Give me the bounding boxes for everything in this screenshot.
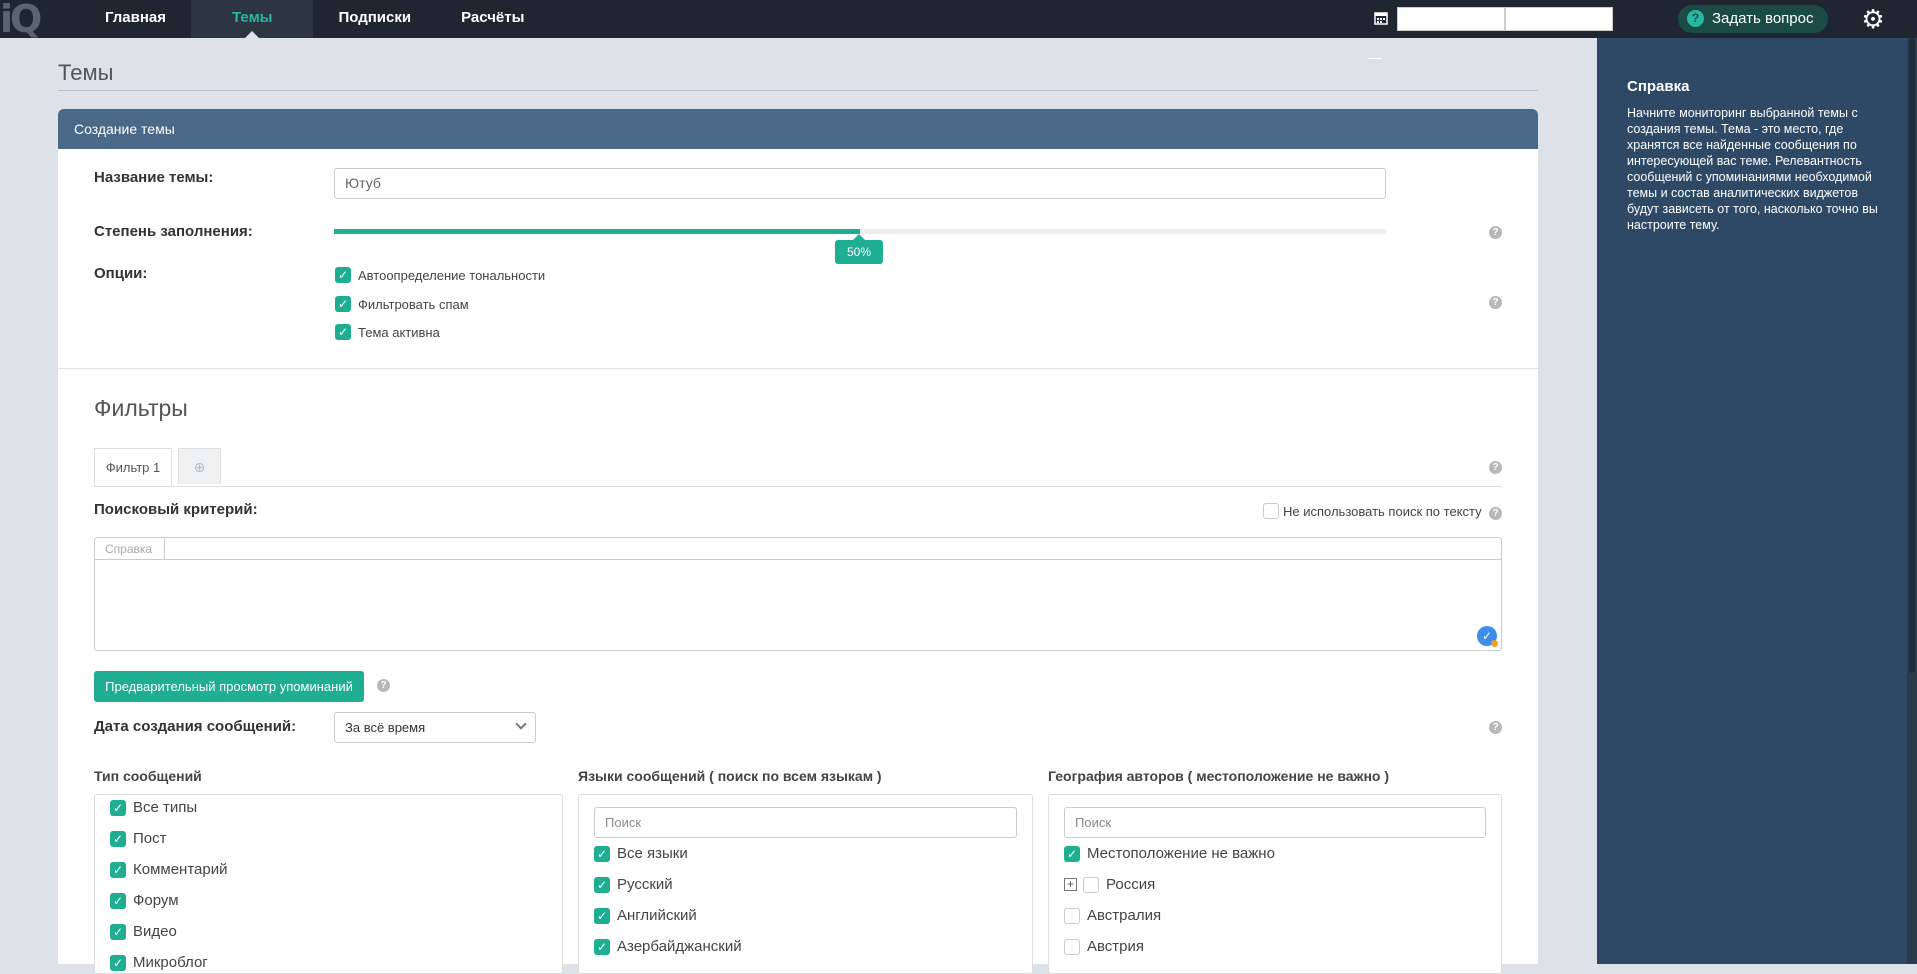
type-checkbox[interactable]: ✓ (110, 800, 126, 816)
fill-degree-label: Степень заполнения: (94, 223, 253, 240)
auto-tonality-label: Автоопределение тональности (358, 268, 546, 283)
message-types-title: Тип сообщений (94, 768, 202, 784)
filters-title: Фильтры (94, 395, 188, 421)
divider (1368, 58, 1382, 59)
geo-checkbox[interactable]: ✓ (1064, 846, 1080, 862)
title-divider (58, 90, 1538, 91)
type-checkbox[interactable]: ✓ (110, 924, 126, 940)
message-types-panel (94, 794, 563, 974)
creation-date-select[interactable]: За всё время (334, 712, 536, 743)
logo[interactable]: iQ (0, 0, 50, 38)
help-title: Справка (1627, 78, 1690, 95)
theme-name-label: Название темы: (94, 169, 214, 186)
filter-spam-label: Фильтровать спам (358, 297, 469, 312)
language-label: Английский (617, 907, 697, 924)
help-sidebar: Справка Начните мониторинг выбранной тем… (1597, 38, 1917, 964)
no-text-search-label: Не использовать поиск по тексту (1283, 504, 1482, 519)
type-label: Микроблог (133, 954, 208, 971)
options-label: Опции: (94, 265, 148, 282)
type-label: Комментарий (133, 861, 228, 878)
fill-progress-value: 50% (835, 234, 883, 264)
search-criteria-label: Поисковый критерий: (94, 501, 258, 518)
theme-name-input[interactable]: Ютуб (334, 168, 1386, 199)
ask-question-button[interactable]: ? Задать вопрос (1678, 5, 1828, 33)
geo-label: Россия (1106, 876, 1156, 893)
geo-checkbox[interactable] (1083, 877, 1099, 893)
type-checkbox[interactable]: ✓ (110, 893, 126, 909)
section-divider (58, 368, 1538, 369)
creation-date-value: За всё время (345, 720, 426, 735)
help-icon[interactable]: ? (1489, 721, 1502, 734)
page-title: Темы (58, 60, 114, 85)
no-text-search-checkbox[interactable] (1263, 503, 1279, 519)
language-checkbox[interactable]: ✓ (594, 908, 610, 924)
nav-item-home[interactable]: Главная (80, 0, 191, 38)
help-icon[interactable]: ? (1489, 507, 1502, 520)
top-navbar: iQ Главная Темы Подписки Расчёты ? Задат… (0, 0, 1917, 38)
status-dot (1491, 640, 1498, 647)
search-criteria-editor[interactable]: Справка ✓ (94, 537, 1502, 651)
ask-question-label: Задать вопрос (1712, 10, 1814, 27)
language-label: Русский (617, 876, 673, 893)
help-icon[interactable]: ? (1489, 226, 1502, 239)
type-checkbox[interactable]: ✓ (110, 862, 126, 878)
scrollbar[interactable] (1907, 38, 1917, 964)
calendar-icon[interactable] (1374, 11, 1388, 25)
language-label: Все языки (617, 845, 688, 862)
theme-active-label: Тема активна (358, 325, 440, 340)
nav-item-subscriptions[interactable]: Подписки (313, 0, 436, 38)
languages-search-input[interactable]: Поиск (594, 807, 1017, 838)
chevron-down-icon (515, 718, 527, 730)
main-nav: Главная Темы Подписки Расчёты (80, 0, 549, 38)
nav-item-themes[interactable]: Темы (191, 0, 314, 38)
language-checkbox[interactable]: ✓ (594, 877, 610, 893)
type-label: Пост (133, 830, 167, 847)
date-from-input[interactable] (1397, 7, 1505, 31)
auto-tonality-checkbox[interactable]: ✓ (335, 267, 351, 283)
help-icon[interactable]: ? (377, 679, 390, 692)
type-label: Видео (133, 923, 177, 940)
nav-item-calculations[interactable]: Расчёты (436, 0, 549, 38)
geography-search-input[interactable]: Поиск (1064, 807, 1486, 838)
card-header: Создание темы (58, 109, 1538, 149)
expand-icon[interactable]: + (1064, 878, 1077, 891)
gear-icon[interactable]: ⚙ (1860, 6, 1886, 32)
geography-title: География авторов ( местоположение не ва… (1048, 768, 1390, 784)
type-label: Форум (133, 892, 179, 909)
preview-mentions-button[interactable]: Предварительный просмотр упоминаний (94, 671, 364, 702)
type-label: Все типы (133, 799, 198, 816)
theme-active-checkbox[interactable]: ✓ (335, 324, 351, 340)
add-filter-tab[interactable]: ⊕ (178, 448, 221, 484)
language-checkbox[interactable]: ✓ (594, 846, 610, 862)
editor-toolbar: Справка (95, 538, 1501, 560)
editor-help-button[interactable]: Справка (95, 538, 165, 560)
languages-title: Языки сообщений ( поиск по всем языкам ) (578, 768, 882, 784)
date-to-input[interactable] (1505, 7, 1613, 31)
type-checkbox[interactable]: ✓ (110, 955, 126, 971)
geo-checkbox[interactable] (1064, 939, 1080, 955)
language-label: Азербайджанский (617, 938, 742, 955)
help-icon[interactable]: ? (1489, 461, 1502, 474)
geo-checkbox[interactable] (1064, 908, 1080, 924)
help-text: Начните мониторинг выбранной темы с созд… (1627, 106, 1878, 232)
plus-circle-icon: ⊕ (193, 459, 206, 475)
tab-filter-1[interactable]: Фильтр 1 (94, 448, 172, 487)
geo-label: Австралия (1087, 907, 1162, 924)
tab-divider (94, 486, 1502, 487)
geo-label: Местоположение не важно (1087, 845, 1275, 862)
language-checkbox[interactable]: ✓ (594, 939, 610, 955)
creation-date-label: Дата создания сообщений: (94, 718, 297, 735)
question-icon: ? (1687, 10, 1704, 27)
geo-label: Австрия (1087, 938, 1145, 955)
scrollbar-thumb[interactable] (1909, 38, 1915, 673)
type-checkbox[interactable]: ✓ (110, 831, 126, 847)
fill-progress-fill (334, 229, 860, 234)
help-icon[interactable]: ? (1489, 296, 1502, 309)
filter-spam-checkbox[interactable]: ✓ (335, 296, 351, 312)
